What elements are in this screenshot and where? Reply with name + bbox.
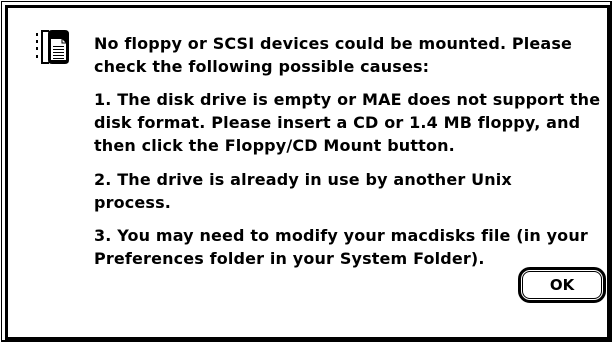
cause-1-line: then click the Floppy/CD Mount button. [94,136,455,155]
alert-dialog: No floppy or SCSI devices could be mount… [0,0,615,345]
alert-document-icon [36,30,69,64]
cause-2-line: process. [94,193,171,212]
cause-2-line: 2. The drive is already in use by anothe… [94,170,512,189]
cause-3-line: 3. You may need to modify your macdisks … [94,226,588,245]
ok-button[interactable]: OK [522,271,602,299]
cause-3-text: 3. You may need to modify your macdisks … [94,224,588,270]
cause-1-line: 1. The disk drive is empty or MAE does n… [94,90,601,109]
cause-1-line: disk format. Please insert a CD or 1.4 M… [94,113,581,132]
cause-1-text: 1. The disk drive is empty or MAE does n… [94,88,600,157]
header-line: check the following possible causes: [94,57,430,76]
cause-3-line: Preferences folder in your System Folder… [94,249,485,268]
alert-header-text: No floppy or SCSI devices could be mount… [94,32,572,78]
cause-2-text: 2. The drive is already in use by anothe… [94,168,512,214]
header-line: No floppy or SCSI devices could be mount… [94,34,573,53]
